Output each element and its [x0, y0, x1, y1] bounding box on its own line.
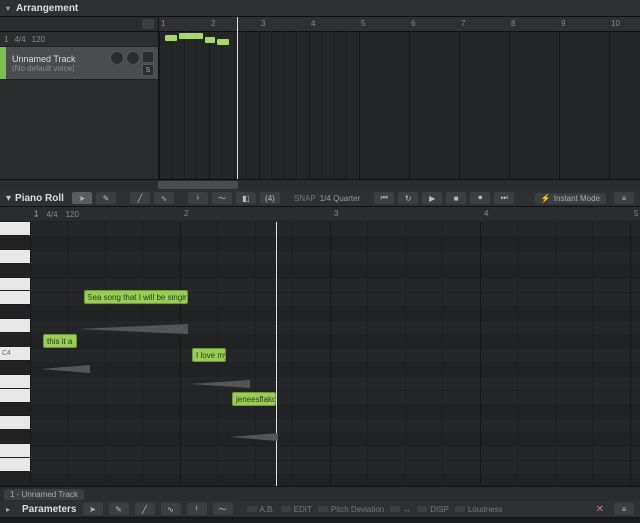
lightning-icon: ⚡ — [541, 194, 551, 203]
arrangement-header[interactable]: ▾ Arrangement — [0, 0, 640, 17]
ruler-tick: 6 — [411, 19, 415, 28]
param-pointer-button[interactable]: ➤ — [83, 503, 103, 515]
param-free-button[interactable]: ～ — [213, 503, 233, 515]
octave-label: C4 — [2, 350, 11, 357]
loop-button[interactable]: ↻ — [398, 192, 418, 204]
chevron-down-icon[interactable]: ▾ — [6, 193, 11, 204]
pianoroll-info-bar: 1 4/4 120 1 2 3 4 5 — [0, 207, 640, 222]
pencil-tool-button[interactable]: ✎ — [96, 192, 116, 204]
stop-button[interactable]: ■ — [446, 192, 466, 204]
arrangement-info-bar: 1 4/4 120 — [0, 32, 158, 47]
arrangement-clip[interactable] — [205, 37, 215, 43]
rewind-button[interactable]: ⏮ — [374, 192, 394, 204]
param-item[interactable]: ↔ — [390, 505, 411, 514]
forward-button[interactable]: ⏭ — [494, 192, 514, 204]
ruler-tick: 3 — [261, 19, 265, 28]
menu-icon[interactable]: ≡ — [614, 503, 634, 515]
arrangement-clip[interactable] — [165, 35, 177, 41]
scrollbar-thumb[interactable] — [158, 181, 238, 189]
menu-icon[interactable] — [142, 19, 154, 29]
note[interactable]: jeneesflakc1 — [232, 392, 276, 406]
close-icon[interactable]: ✕ — [596, 504, 604, 515]
pianoroll-title: Piano Roll — [15, 193, 64, 204]
note[interactable]: this it a — [43, 334, 77, 348]
chevron-right-icon: ▸ — [6, 505, 10, 514]
arrangement-canvas[interactable]: 1 2 3 4 5 6 7 8 9 10 — [159, 17, 640, 179]
curve-tool-button[interactable]: ∿ — [154, 192, 174, 204]
anchor-tool-button[interactable]: ⟊ — [188, 192, 208, 204]
instant-mode-toggle[interactable]: ⚡ Instant Mode — [535, 193, 606, 204]
pr-ruler-tick: 4 — [484, 209, 488, 218]
param-item[interactable]: Loudness — [455, 505, 503, 514]
arrangement-title: Arrangement — [16, 3, 78, 14]
param-item[interactable]: Pitch Deviation — [318, 505, 384, 514]
ruler-tick: 5 — [361, 19, 365, 28]
play-button[interactable]: ▶ — [422, 192, 442, 204]
param-item[interactable]: DISP — [417, 505, 449, 514]
pianoroll-track-tab-bar: 1 - Unnamed Track — [0, 486, 640, 501]
ruler-tick: 8 — [511, 19, 515, 28]
param-item[interactable]: EDIT — [281, 505, 312, 514]
toggle-button[interactable]: ◧ — [236, 192, 256, 204]
ruler-tick: 9 — [561, 19, 565, 28]
snap-label: SNAP — [294, 194, 316, 203]
pr-ruler-tick: 3 — [334, 209, 338, 218]
track-volume-knob[interactable] — [110, 51, 124, 65]
parameter-list: A.B. EDIT Pitch Deviation ↔ DISP Loudnes… — [247, 505, 503, 514]
note[interactable]: I love my — [192, 348, 226, 362]
pianoroll-canvas[interactable]: this it a 5ea song that I will be singin… — [30, 222, 640, 486]
chevron-down-icon: ▾ — [6, 4, 10, 13]
parameters-title: Parameters — [22, 504, 76, 515]
info-time-sig[interactable]: 4/4 — [14, 35, 25, 44]
ruler-tick: 2 — [211, 19, 215, 28]
arrangement-clip[interactable] — [217, 39, 229, 45]
param-item[interactable]: A.B. — [247, 505, 275, 514]
piano-keyboard[interactable]: C4 — [0, 222, 30, 486]
track-solo-button[interactable]: S — [142, 64, 154, 76]
ruler-tick: 1 — [161, 19, 165, 28]
pr-info-tempo[interactable]: 120 — [66, 210, 79, 219]
track-pan-knob[interactable] — [126, 51, 140, 65]
note[interactable]: 5ea song that I will be singing for — [84, 290, 188, 304]
parameters-header[interactable]: ▸ Parameters ➤ ✎ ╱ ∿ ⟊ ～ A.B. EDIT Pitch… — [0, 501, 640, 518]
info-bar-number: 1 — [4, 35, 8, 44]
pr-ruler-tick: 2 — [184, 209, 188, 218]
pianoroll-playhead[interactable] — [276, 222, 277, 486]
track-tab[interactable]: 1 - Unnamed Track — [4, 489, 84, 500]
track-row[interactable]: Unnamed Track (No default voice) S — [0, 47, 158, 80]
param-curve-button[interactable]: ∿ — [161, 503, 181, 515]
freehand-tool-button[interactable]: ～ — [212, 192, 232, 204]
param-pencil-button[interactable]: ✎ — [109, 503, 129, 515]
track-list-toolbar — [0, 17, 158, 32]
pr-ruler-tick: 5 — [634, 209, 638, 218]
arrangement-playhead[interactable] — [237, 17, 238, 179]
snap-value[interactable]: 1/4 Quarter — [320, 194, 360, 203]
param-line-button[interactable]: ╱ — [135, 503, 155, 515]
menu-icon[interactable]: ≡ — [614, 192, 634, 204]
info-tempo[interactable]: 120 — [32, 35, 45, 44]
pointer-tool-button[interactable]: ➤ — [72, 192, 92, 204]
pr-info-sig[interactable]: 4/4 — [46, 210, 57, 219]
pianoroll-header: ▾ Piano Roll ➤ ✎ ╱ ∿ ⟊ ～ ◧ (4) SNAP 1/4 … — [0, 190, 640, 207]
track-list: 1 4/4 120 Unnamed Track (No default voic… — [0, 17, 159, 179]
arrangement-clip[interactable] — [179, 33, 203, 39]
ruler-tick: 10 — [611, 19, 620, 28]
arrangement-scrollbar[interactable] — [0, 179, 640, 190]
params-count-button[interactable]: (4) — [260, 192, 280, 204]
line-tool-button[interactable]: ╱ — [130, 192, 150, 204]
param-anchor-button[interactable]: ⟊ — [187, 503, 207, 515]
record-button[interactable]: ⏺ — [470, 192, 490, 204]
arrangement-ruler[interactable]: 1 2 3 4 5 6 7 8 9 10 — [159, 17, 640, 32]
ruler-tick: 7 — [461, 19, 465, 28]
track-mute-button[interactable] — [142, 51, 154, 63]
pr-ruler-tick: 1 — [34, 209, 38, 218]
ruler-tick: 4 — [311, 19, 315, 28]
